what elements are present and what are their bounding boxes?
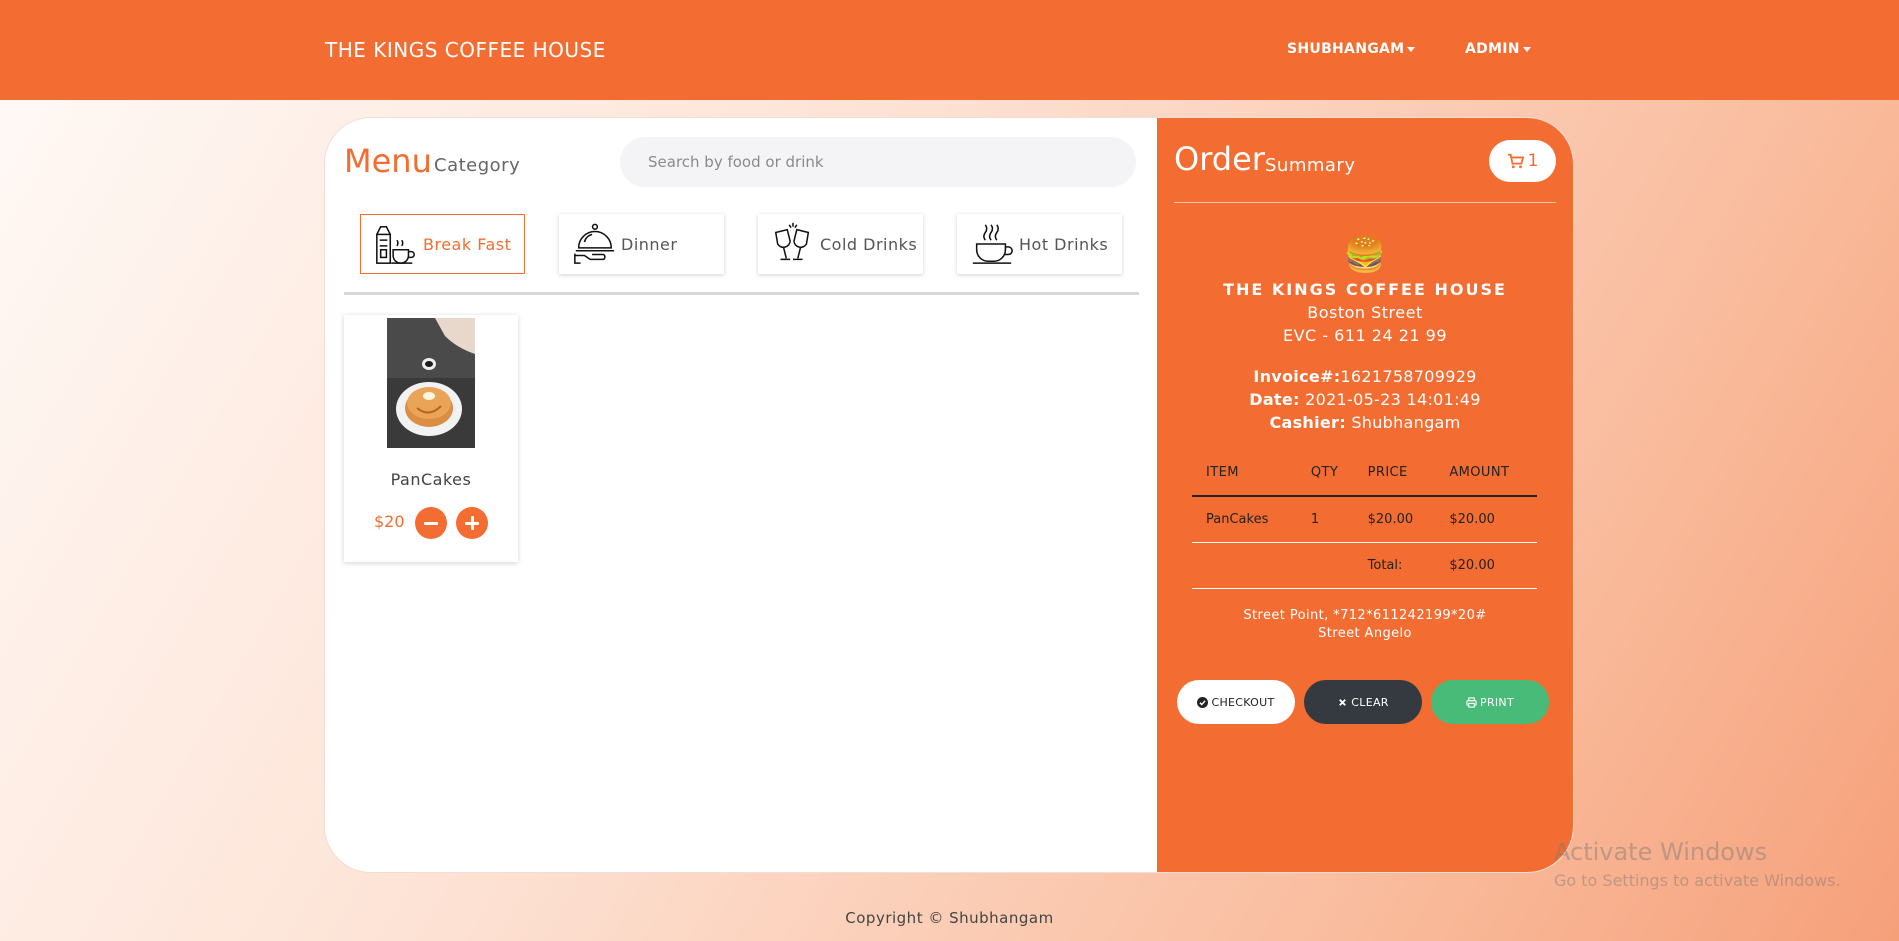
windows-activation-subtitle: Go to Settings to activate Windows. (1554, 871, 1841, 890)
top-navbar: THE KINGS COFFEE HOUSE SHUBHANGAM ADMIN (0, 0, 1899, 100)
checkout-label: CHECKOUT (1211, 695, 1275, 709)
menu-divider (344, 292, 1139, 295)
caret-down-icon (1407, 46, 1416, 52)
col-price: PRICE (1353, 450, 1436, 497)
admin-menu-dropdown[interactable]: ADMIN (1465, 41, 1531, 57)
cell-item: PanCakes (1192, 496, 1297, 543)
food-card-pancakes[interactable]: PanCakes $20 (344, 315, 518, 562)
brand-title[interactable]: THE KINGS COFFEE HOUSE (325, 38, 606, 62)
category-label: Hot Drinks (1019, 234, 1109, 254)
total-row: Total: $20.00 (1192, 542, 1537, 589)
clear-button[interactable]: CLEAR (1304, 680, 1422, 724)
invoice-value: 1621758709929 (1340, 367, 1477, 386)
menu-subtitle: Category (434, 155, 521, 176)
printer-icon (1466, 696, 1477, 708)
cashier-label: Cashier: (1269, 413, 1346, 432)
total-value: $20.00 (1435, 542, 1537, 589)
order-summary-pane: Order Summary 1 🍔 THE KINGS COFFEE HOUSE… (1157, 118, 1573, 872)
close-icon (1339, 698, 1347, 706)
burger-logo: 🍔 (1343, 235, 1387, 275)
menu-title: Menu (344, 142, 432, 180)
invoice-label: Invoice#: (1253, 367, 1341, 386)
cell-price: $20.00 (1353, 496, 1436, 543)
category-label: Cold Drinks (820, 234, 918, 254)
food-price: $20 (374, 512, 405, 531)
user-menu-dropdown[interactable]: SHUBHANGAM (1287, 41, 1416, 57)
print-label: PRINT (1480, 695, 1514, 709)
receipt-footer-line2: Street Angelo (1318, 626, 1412, 641)
hot-cup-icon (972, 224, 1013, 264)
receipt-header-row: ITEM QTY PRICE AMOUNT (1192, 450, 1537, 497)
pancakes-photo (387, 318, 475, 448)
date-value: 2021-05-23 14:01:49 (1305, 390, 1481, 409)
pos-card: Menu Category Break Fast (325, 118, 1573, 872)
menu-pane: Menu Category Break Fast (325, 118, 1157, 872)
cloche-icon (574, 223, 615, 264)
checkout-button[interactable]: CHECKOUT (1177, 680, 1295, 724)
receipt-cashier: Cashier: Shubhangam (1157, 413, 1573, 432)
cart-icon (1507, 153, 1524, 169)
receipt-shop-name: THE KINGS COFFEE HOUSE (1223, 280, 1507, 299)
receipt-phone: EVC - 611 24 21 99 (1282, 326, 1448, 345)
clear-label: CLEAR (1351, 695, 1389, 709)
order-title: Order (1174, 140, 1265, 178)
cell-amount: $20.00 (1435, 496, 1537, 543)
order-subtitle: Summary (1265, 155, 1356, 176)
category-hot-drinks[interactable]: Hot Drinks (957, 214, 1122, 274)
order-divider (1174, 202, 1556, 203)
footer-copyright: Copyright © Shubhangam (845, 909, 1054, 927)
category-cold-drinks[interactable]: Cold Drinks (758, 214, 923, 274)
search-input[interactable] (620, 137, 1136, 187)
print-button[interactable]: PRINT (1431, 680, 1549, 724)
increase-quantity-button[interactable] (456, 507, 488, 539)
table-row: PanCakes 1 $20.00 $20.00 (1192, 496, 1537, 543)
receipt-street: Boston Street (1307, 303, 1423, 322)
user-menu-label: SHUBHANGAM (1287, 41, 1405, 57)
cashier-value: Shubhangam (1351, 413, 1461, 432)
windows-activation-title: Activate Windows (1554, 838, 1768, 866)
category-label: Break Fast (423, 234, 512, 254)
category-breakfast[interactable]: Break Fast (360, 214, 525, 274)
cell-qty: 1 (1296, 496, 1354, 543)
receipt-table: ITEM QTY PRICE AMOUNT PanCakes 1 $20.00 … (1192, 450, 1537, 589)
col-qty: QTY (1296, 450, 1354, 497)
date-label: Date: (1249, 390, 1300, 409)
receipt-invoice: Invoice#:1621758709929 (1157, 367, 1573, 386)
col-item: ITEM (1192, 450, 1297, 497)
cart-count: 1 (1527, 151, 1539, 171)
receipt-footer-line1: Street Point, *712*611242199*20# (1243, 608, 1487, 623)
caret-down-icon (1522, 46, 1531, 52)
decrease-quantity-button[interactable] (415, 507, 447, 539)
check-circle-icon (1197, 696, 1209, 708)
receipt-date: Date: 2021-05-23 14:01:49 (1157, 390, 1573, 409)
pancakes-image (387, 318, 475, 448)
breakfast-icon (376, 225, 415, 264)
glasses-icon (774, 222, 810, 261)
minus-icon (424, 521, 438, 525)
category-label: Dinner (621, 234, 678, 254)
admin-menu-label: ADMIN (1465, 41, 1520, 57)
cart-button[interactable]: 1 (1489, 140, 1556, 182)
category-dinner[interactable]: Dinner (559, 214, 724, 274)
col-amount: AMOUNT (1435, 450, 1537, 497)
total-label: Total: (1353, 542, 1436, 589)
food-name: PanCakes (390, 470, 472, 489)
